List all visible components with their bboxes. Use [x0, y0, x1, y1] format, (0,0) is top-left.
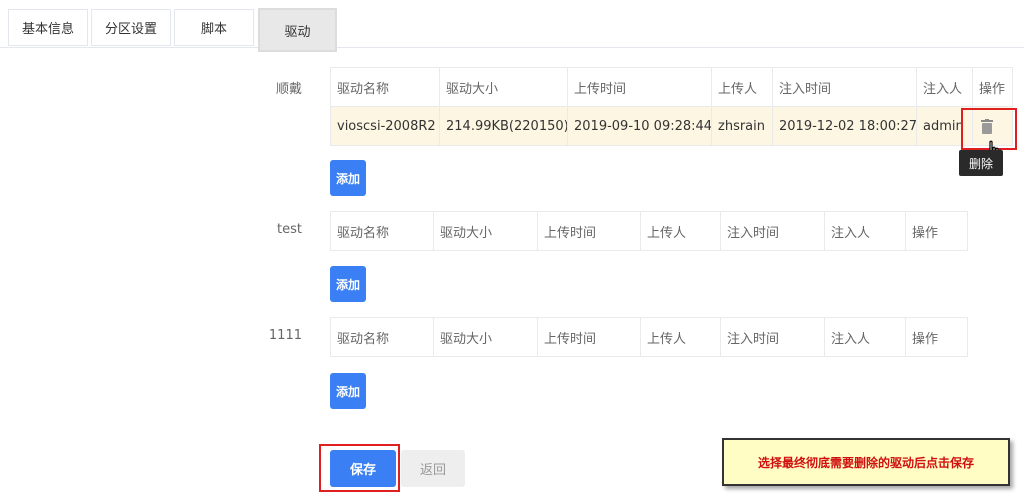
delete-tooltip: 删除	[959, 150, 1003, 176]
trash-icon[interactable]	[980, 119, 994, 135]
tab-script[interactable]: 脚本	[174, 9, 254, 46]
tab-bar: 基本信息 分区设置 脚本 驱动	[0, 0, 1024, 52]
column-header: 注入时间	[720, 211, 825, 251]
column-header: 注入人	[824, 211, 906, 251]
column-header: 操作	[972, 67, 1013, 107]
column-header: 注入人	[916, 67, 973, 107]
add-driver-button[interactable]: 添加	[330, 160, 366, 196]
column-header: 上传时间	[537, 317, 641, 357]
column-header: 上传人	[640, 211, 721, 251]
column-header: 操作	[905, 211, 968, 251]
add-driver-button[interactable]: 添加	[330, 266, 366, 302]
driver-size-cell: 214.99KB(220150)	[439, 106, 568, 146]
upload-time-cell: 2019-09-10 09:28:44	[567, 106, 712, 146]
column-header: 驱动大小	[433, 317, 538, 357]
column-header: 驱动名称	[330, 211, 434, 251]
tab-partition-settings[interactable]: 分区设置	[91, 9, 171, 46]
tab-driver[interactable]: 驱动	[258, 8, 337, 52]
column-header: 注入时间	[772, 67, 917, 107]
driver-table: 驱动名称 驱动大小 上传时间 上传人 注入时间 注入人 操作	[330, 317, 968, 357]
table-header-row: 驱动名称 驱动大小 上传时间 上传人 注入时间 注入人 操作	[330, 317, 968, 357]
table-header-row: 驱动名称 驱动大小 上传时间 上传人 注入时间 注入人 操作	[330, 211, 968, 251]
instruction-note: 选择最终彻底需要删除的驱动后点击保存	[722, 438, 1010, 486]
column-header: 上传人	[711, 67, 773, 107]
back-button[interactable]: 返回	[401, 450, 465, 487]
column-header: 驱动名称	[330, 67, 440, 107]
inject-time-cell: 2019-12-02 18:00:27	[772, 106, 917, 146]
column-header: 上传人	[640, 317, 721, 357]
column-header: 注入时间	[720, 317, 825, 357]
column-header: 上传时间	[567, 67, 712, 107]
column-header: 注入人	[824, 317, 906, 357]
group-label: test	[277, 222, 302, 237]
driver-table: 驱动名称 驱动大小 上传时间 上传人 注入时间 注入人 操作	[330, 211, 968, 251]
column-header: 操作	[905, 317, 968, 357]
tab-basic-info[interactable]: 基本信息	[8, 9, 88, 46]
add-driver-button[interactable]: 添加	[330, 373, 366, 409]
group-label: 顺戴	[275, 82, 302, 97]
driver-table: 驱动名称 驱动大小 上传时间 上传人 注入时间 注入人 操作 vioscsi-2…	[330, 67, 1013, 146]
driver-name-cell: vioscsi-2008R2	[330, 106, 440, 146]
table-header-row: 驱动名称 驱动大小 上传时间 上传人 注入时间 注入人 操作	[330, 67, 1013, 107]
column-header: 驱动大小	[439, 67, 568, 107]
group-label: 1111	[268, 328, 302, 343]
save-button[interactable]: 保存	[330, 450, 396, 487]
uploader-cell: zhsrain	[711, 106, 773, 146]
table-row[interactable]: vioscsi-2008R2 214.99KB(220150) 2019-09-…	[330, 106, 1013, 146]
column-header: 驱动大小	[433, 211, 538, 251]
column-header: 上传时间	[537, 211, 641, 251]
column-header: 驱动名称	[330, 317, 434, 357]
